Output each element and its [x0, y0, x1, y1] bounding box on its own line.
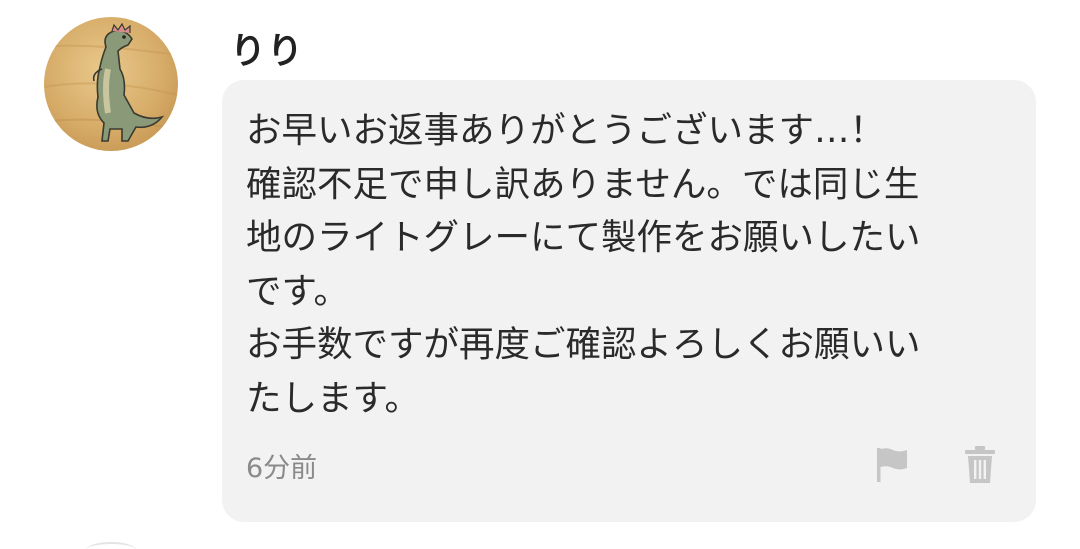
comment-timestamp: 6分前 [246, 453, 318, 484]
delete-button[interactable] [960, 444, 1000, 486]
report-button[interactable] [872, 444, 912, 486]
flag-icon [877, 448, 907, 482]
comment-screen: りり お早いお返事ありがとうございます…！ 確認不足で申し訳ありません。では同じ… [0, 0, 1080, 549]
dinosaur-avatar-icon [44, 22, 178, 142]
message-line: たします。 [246, 377, 420, 419]
message-line: お手数ですが再度ご確認よろしくお願いい [246, 324, 921, 365]
message-line: 確認不足で申し訳ありません。では同じ生 [246, 163, 920, 205]
message-line: です。 [246, 270, 349, 312]
next-comment-avatar-edge [86, 542, 136, 549]
message-line: お早いお返事ありがとうございます…！ [246, 110, 886, 151]
comment-message: お早いお返事ありがとうございます…！ 確認不足で申し訳ありません。では同じ生 地… [246, 104, 1016, 425]
comment-author[interactable]: りり [230, 22, 304, 74]
trash-icon [965, 446, 995, 483]
message-line: 地のライトグレーにて製作をお願いしたい [246, 217, 921, 258]
comment-bubble: お早いお返事ありがとうございます…！ 確認不足で申し訳ありません。では同じ生 地… [222, 80, 1036, 522]
avatar[interactable] [44, 17, 178, 151]
